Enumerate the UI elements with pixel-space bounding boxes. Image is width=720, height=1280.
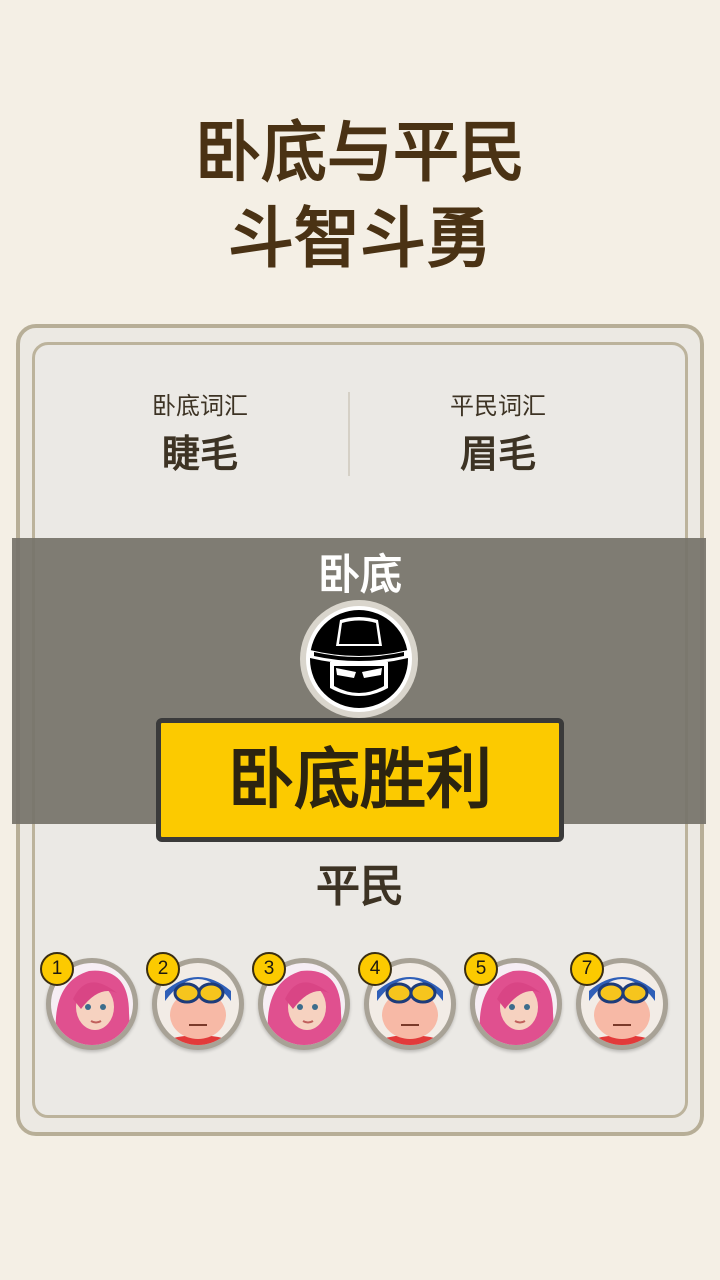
player-2[interactable]: 2 (146, 952, 244, 1050)
spy-word-label: 卧底词汇 (152, 392, 248, 420)
player-1[interactable]: 1 (40, 952, 138, 1050)
player-number-badge: 1 (40, 952, 74, 986)
civilian-word-panel: 平民词汇 眉毛 (348, 390, 648, 482)
player-number-badge: 2 (146, 952, 180, 986)
spy-hat-mask-icon (306, 606, 412, 712)
player-4[interactable]: 4 (358, 952, 456, 1050)
player-number-badge: 3 (252, 952, 286, 986)
player-3[interactable]: 3 (252, 952, 350, 1050)
civilian-word-label: 平民词汇 (450, 392, 546, 420)
headline-line-2: 斗智斗勇 (228, 200, 492, 277)
spy-word: 睫毛 (161, 432, 238, 476)
headline-line-1: 卧底与平民 (195, 114, 525, 191)
civilian-group-label: 平民 (316, 861, 404, 912)
player-number-badge: 7 (570, 952, 604, 986)
spy-win-banner: 卧底胜利 (156, 718, 564, 842)
civilian-word: 眉毛 (459, 432, 536, 476)
spy-word-panel: 卧底词汇 睫毛 (50, 390, 350, 482)
player-number-badge: 5 (464, 952, 498, 986)
player-7[interactable]: 7 (570, 952, 668, 1050)
player-5[interactable]: 5 (464, 952, 562, 1050)
spy-avatar (300, 600, 418, 718)
revealed-role-label: 卧底 (317, 550, 402, 599)
player-number-badge: 4 (358, 952, 392, 986)
